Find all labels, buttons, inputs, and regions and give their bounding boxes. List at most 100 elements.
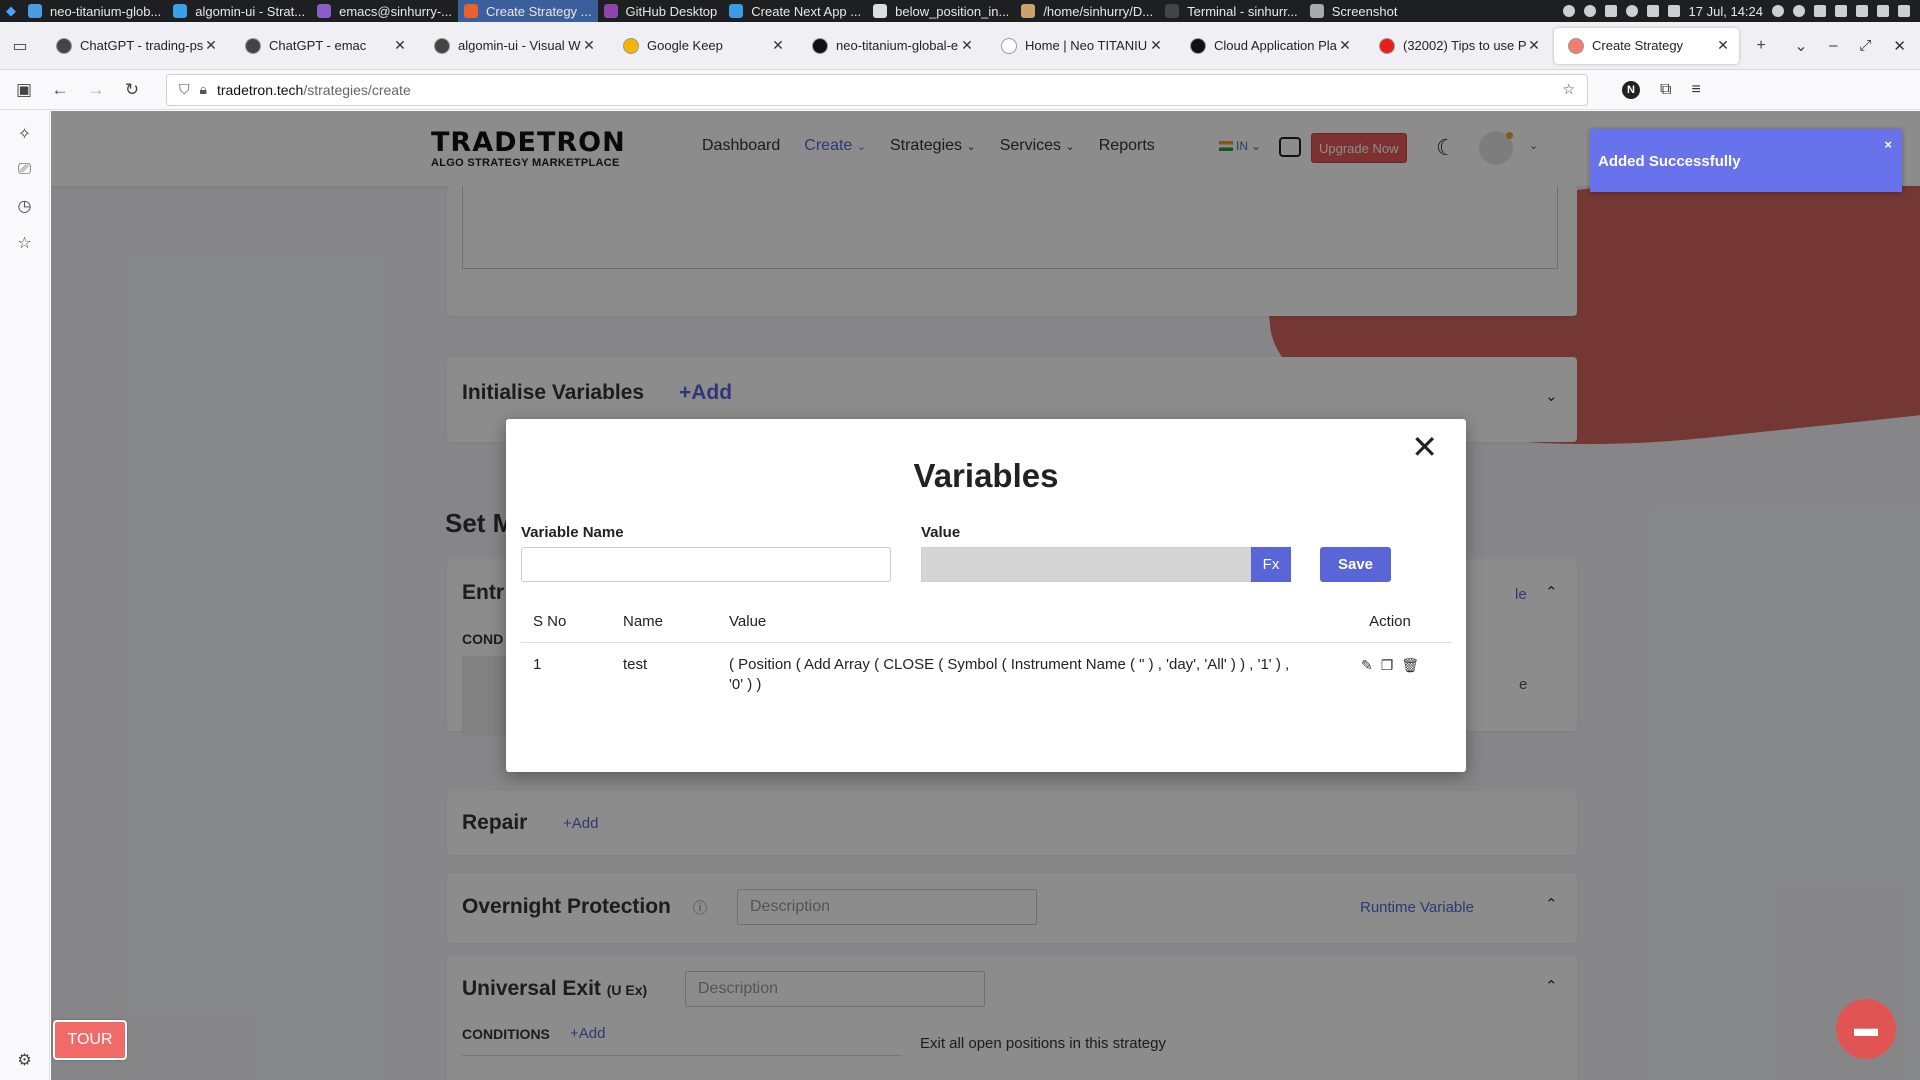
browser-tab[interactable]: algomin-ui - Visual Wo ✕: [420, 28, 605, 64]
app-tray-icon[interactable]: [1898, 5, 1910, 17]
toast-close-icon[interactable]: ×: [1884, 137, 1892, 152]
back-button[interactable]: ←: [42, 74, 78, 106]
tab-close-icon[interactable]: ✕: [392, 37, 408, 54]
taskbar-item[interactable]: below_position_in...: [867, 0, 1015, 22]
tab-overview-icon[interactable]: ▭: [0, 22, 40, 70]
browser-tab[interactable]: Google Keep ✕: [609, 28, 794, 64]
success-toast: Added Successfully ×: [1590, 129, 1902, 192]
history-icon[interactable]: ◷: [18, 196, 32, 216]
battery-icon[interactable]: [1646, 5, 1659, 17]
address-bar[interactable]: ⛉ 🔒︎ tradetron.tech/strategies/create ☆: [166, 73, 1588, 106]
bookmarks-icon[interactable]: ☆: [17, 233, 31, 253]
ai-sparkle-icon[interactable]: ✧: [18, 124, 31, 144]
openai-icon: [245, 37, 261, 54]
taskbar-item-label: GitHub Desktop: [625, 3, 718, 19]
app-tray-icon[interactable]: [1814, 5, 1826, 17]
forward-button[interactable]: →: [78, 74, 114, 106]
app-icon: [1165, 4, 1180, 18]
github-icon: [812, 37, 828, 54]
tab-close-icon[interactable]: ✕: [203, 37, 219, 54]
network-icon[interactable]: [1625, 5, 1638, 17]
tab-close-icon[interactable]: ✕: [1715, 37, 1731, 54]
bluetooth-icon[interactable]: [1562, 5, 1575, 17]
browser-tab[interactable]: neo-titanium-global-er ✕: [798, 28, 983, 64]
folder-icon[interactable]: [1856, 5, 1868, 17]
clock[interactable]: 17 Jul, 14:24: [1689, 4, 1763, 19]
edit-pencil-icon[interactable]: ✎: [1361, 655, 1373, 675]
tab-close-icon[interactable]: ✕: [1526, 37, 1542, 54]
chat-bubble-icon[interactable]: ▬: [1836, 999, 1896, 1059]
browser-tab[interactable]: ChatGPT - trading-psyc ✕: [42, 28, 227, 64]
wifi-icon[interactable]: [1583, 5, 1596, 17]
app-icon: [873, 4, 888, 18]
variable-name-label: Variable Name: [521, 524, 624, 541]
shield-icon[interactable]: ⛉: [179, 81, 190, 98]
notification-icon[interactable]: [1604, 5, 1617, 17]
tab-close-icon[interactable]: ✕: [1337, 37, 1353, 54]
browser-tab[interactable]: Home | Neo TITANIUM GL✕: [987, 28, 1172, 64]
value-field[interactable]: [921, 547, 1251, 582]
settings-gear-icon[interactable]: ⚙: [17, 1050, 31, 1070]
app-icon: [1309, 4, 1324, 18]
app-tray-icon[interactable]: [1772, 5, 1784, 17]
taskbar-item-label: Screenshot: [1331, 3, 1398, 19]
tab-close-icon[interactable]: ✕: [581, 37, 597, 54]
taskbar-item[interactable]: emacs@sinhurry-...: [311, 0, 458, 22]
close-window-icon[interactable]: ✕: [1893, 37, 1906, 55]
browser-tab[interactable]: (32002) Tips to use Pos✕: [1365, 28, 1550, 64]
taskbar-item[interactable]: /home/sinhurry/D...: [1015, 0, 1159, 22]
browser-tab[interactable]: Cloud Application Platf ✕: [1176, 28, 1361, 64]
modal-title: Variables: [913, 457, 1059, 494]
browser-tab[interactable]: ChatGPT - emac ✕: [231, 28, 416, 64]
new-tab-button[interactable]: +: [1741, 22, 1781, 70]
app-tray-icon[interactable]: [1793, 5, 1805, 17]
restore-icon[interactable]: ⤢: [1859, 37, 1871, 55]
page-icon: [1001, 37, 1017, 54]
taskbar-item[interactable]: neo-titanium-glob...: [22, 0, 167, 22]
openai-icon: [56, 37, 72, 54]
delete-trash-icon[interactable]: 🗑︎: [1401, 655, 1419, 675]
browser-tab-label: Home | Neo TITANIUM GL: [1025, 38, 1148, 53]
extension-n-icon[interactable]: N: [1622, 80, 1640, 99]
browser-tab-label: Cloud Application Platf: [1214, 38, 1337, 53]
browser-tab-strip: ▭ ChatGPT - trading-psyc ✕ ChatGPT - emac ✕…: [0, 22, 1920, 70]
extensions-icon[interactable]: ⧉: [1660, 81, 1671, 99]
taskbar-item[interactable]: Screenshot: [1304, 0, 1404, 22]
taskbar-item[interactable]: algomin-ui - Strat...: [167, 0, 311, 22]
browser-tab-label: algomin-ui - Visual Wo: [458, 38, 581, 53]
launcher-icon[interactable]: ◆: [0, 0, 22, 22]
minimize-icon[interactable]: –: [1829, 37, 1837, 55]
app-icon: [729, 4, 744, 18]
taskbar-item[interactable]: Create Next App ...: [723, 0, 867, 22]
app-tray-icon[interactable]: [1877, 5, 1889, 17]
app-icon: [173, 4, 188, 18]
copy-icon[interactable]: ❐: [1381, 655, 1394, 675]
taskbar-item[interactable]: Terminal - sinhurr...: [1159, 0, 1304, 22]
reload-button[interactable]: ↻: [114, 74, 150, 106]
variable-name-input[interactable]: [521, 547, 891, 582]
taskbar-item-label: Terminal - sinhurr...: [1187, 3, 1298, 19]
taskbar-item-label: below_position_in...: [895, 3, 1010, 19]
menu-icon[interactable]: ≡: [1691, 81, 1700, 99]
bookmark-star-icon[interactable]: ☆: [1562, 81, 1575, 98]
tab-close-icon[interactable]: ✕: [1148, 37, 1164, 54]
window-controls: – ⤢ ✕: [1829, 37, 1920, 55]
app-icon: [28, 4, 42, 18]
column-header-value: Value: [717, 601, 1317, 643]
taskbar-item[interactable]: Create Strategy ...: [458, 0, 598, 22]
tab-close-icon[interactable]: ✕: [770, 37, 786, 54]
browser-tab[interactable]: Create Strategy ✕: [1554, 27, 1739, 64]
lock-icon[interactable]: 🔒︎: [200, 81, 207, 98]
save-button[interactable]: Save: [1320, 547, 1391, 582]
volume-icon[interactable]: [1667, 5, 1680, 17]
app-tray-icon[interactable]: [1835, 5, 1847, 17]
tour-button[interactable]: TOUR: [53, 1020, 127, 1060]
table-row: 1 test ( Position ( Add Array ( CLOSE ( …: [521, 642, 1451, 695]
taskbar-item[interactable]: GitHub Desktop: [598, 0, 724, 22]
fx-button[interactable]: Fx: [1251, 547, 1291, 582]
synced-tabs-icon[interactable]: ⎚: [18, 161, 31, 179]
value-label: Value: [921, 524, 961, 541]
sidebar-toggle-icon[interactable]: ▣: [6, 74, 42, 106]
tab-close-icon[interactable]: ✕: [959, 37, 975, 54]
tab-list-chevron-icon[interactable]: ⌄: [1781, 22, 1821, 70]
